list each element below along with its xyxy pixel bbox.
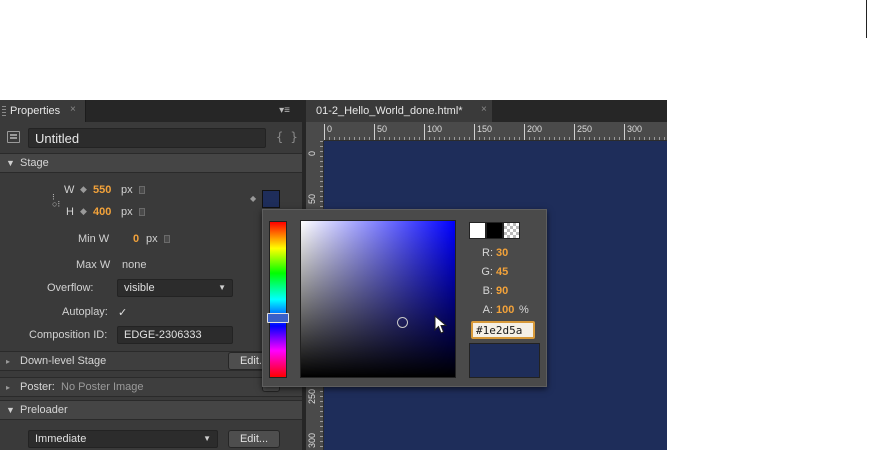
collapsed-triangle-icon: ▸ <box>6 357 11 366</box>
min-width-unit-toggle-icon[interactable] <box>164 235 170 243</box>
preloader-section-label: Preloader <box>20 404 68 416</box>
composition-id-field[interactable]: EDGE-2306333 <box>117 326 233 344</box>
white-swatch[interactable] <box>469 222 486 239</box>
close-icon[interactable]: × <box>70 104 76 115</box>
composition-name-row: Untitled { } <box>0 126 302 150</box>
width-label: W <box>64 184 75 196</box>
width-unit-toggle-icon[interactable] <box>139 186 145 194</box>
stage-section-label: Stage <box>20 157 49 169</box>
alpha-unit: % <box>519 304 529 316</box>
blue-value[interactable]: 90 <box>496 285 508 297</box>
expand-triangle-icon: ▼ <box>6 405 15 415</box>
saturation-value-field[interactable] <box>300 220 456 378</box>
panel-menu-icon[interactable]: ▾≡ <box>279 105 290 116</box>
ruler-tick-label: 100 <box>424 124 442 140</box>
composition-id-label: Composition ID: <box>29 329 108 341</box>
composition-name-field[interactable]: Untitled <box>28 128 266 148</box>
min-width-unit[interactable]: px <box>146 233 158 245</box>
height-value[interactable]: 400 <box>93 206 111 218</box>
transparent-swatch[interactable] <box>503 222 520 239</box>
blue-label: B: <box>482 285 493 297</box>
width-scrub-icon[interactable]: ◆ <box>80 184 87 195</box>
green-value[interactable]: 45 <box>496 266 508 278</box>
overflow-label: Overflow: <box>47 282 94 294</box>
hex-color-input[interactable]: #1e2d5a <box>471 321 535 339</box>
stage-color-swatch[interactable] <box>262 190 280 208</box>
max-width-label: Max W <box>76 259 111 271</box>
width-value[interactable]: 550 <box>93 184 111 196</box>
autoplay-checkbox[interactable]: ✓ <box>118 306 127 319</box>
chevron-down-icon: ▼ <box>218 283 226 292</box>
window-edge-line <box>866 0 867 38</box>
autoplay-label: Autoplay: <box>62 306 108 318</box>
max-width-value[interactable]: none <box>122 259 146 271</box>
preloader-section-header[interactable]: ▼ Preloader <box>0 400 302 420</box>
preloader-edit-button[interactable]: Edit... <box>228 430 280 448</box>
preloader-value: Immediate <box>35 433 87 445</box>
red-label: R: <box>482 247 493 259</box>
document-tabbar: 01-2_Hello_World_done.html* × <box>306 100 667 122</box>
ruler-tick-label: 0 <box>307 150 317 156</box>
ruler-tick-label: 300 <box>624 124 642 140</box>
ruler-tick-label: 200 <box>524 124 542 140</box>
document-tab-label: 01-2_Hello_World_done.html* <box>316 105 463 117</box>
keyframe-diamond-icon[interactable]: ◆ <box>250 194 256 203</box>
ruler-tick-label: 150 <box>474 124 492 140</box>
link-dimensions-icon[interactable]: ⁝○⁝ <box>52 193 62 209</box>
red-value[interactable]: 30 <box>496 247 508 259</box>
green-label: G: <box>481 266 493 278</box>
hue-slider-handle[interactable] <box>267 313 289 323</box>
height-unit-toggle-icon[interactable] <box>139 208 145 216</box>
collapsed-triangle-icon: ▸ <box>6 383 11 392</box>
overflow-dropdown[interactable]: visible ▼ <box>117 279 233 297</box>
mouse-pointer-icon <box>434 315 448 334</box>
close-icon[interactable]: × <box>481 104 487 115</box>
color-picker-popup: R: 30 G: 45 B: 90 A: 100 % #1e2d5a <box>262 209 547 387</box>
poster-section[interactable]: ▸ Poster: No Poster Image <box>0 377 302 397</box>
ruler-tick-label: 0 <box>324 124 332 140</box>
color-target-icon[interactable] <box>397 317 408 328</box>
min-width-value[interactable]: 0 <box>133 233 139 245</box>
min-width-label: Min W <box>78 233 110 245</box>
properties-tabbar: Properties × ▾≡ <box>0 100 302 122</box>
stage-section-header[interactable]: ▼ Stage <box>0 153 302 173</box>
tab-properties-label: Properties <box>10 105 61 117</box>
preloader-dropdown[interactable]: Immediate ▼ <box>28 430 218 448</box>
ruler-tick-label: 250 <box>574 124 592 140</box>
height-unit[interactable]: px <box>121 206 133 218</box>
poster-label: Poster: <box>20 381 55 393</box>
color-preview-swatch <box>469 343 540 378</box>
ruler-tick-label: 50 <box>307 193 317 204</box>
width-unit[interactable]: px <box>121 184 133 196</box>
overflow-value: visible <box>124 282 155 294</box>
composition-icon <box>7 131 20 143</box>
height-label: H <box>66 206 74 218</box>
black-swatch[interactable] <box>486 222 503 239</box>
height-scrub-icon[interactable]: ◆ <box>80 206 87 217</box>
hue-slider[interactable] <box>269 221 287 378</box>
tab-document[interactable]: 01-2_Hello_World_done.html* × <box>306 100 492 122</box>
poster-value: No Poster Image <box>61 381 144 393</box>
alpha-label: A: <box>482 304 493 316</box>
properties-panel: Properties × ▾≡ Untitled { } ▼ Stage ⁝○⁝… <box>0 100 302 450</box>
alpha-value[interactable]: 100 <box>496 304 514 316</box>
tab-properties[interactable]: Properties × <box>0 100 86 122</box>
grip-icon[interactable] <box>2 106 6 117</box>
expand-triangle-icon: ▼ <box>6 158 15 168</box>
code-icon[interactable]: { } <box>276 130 298 144</box>
chevron-down-icon: ▼ <box>203 434 211 443</box>
down-level-stage-label: Down-level Stage <box>20 355 107 367</box>
ruler-tick-label: 300 <box>307 432 317 448</box>
ruler-tick-label: 50 <box>374 124 387 140</box>
